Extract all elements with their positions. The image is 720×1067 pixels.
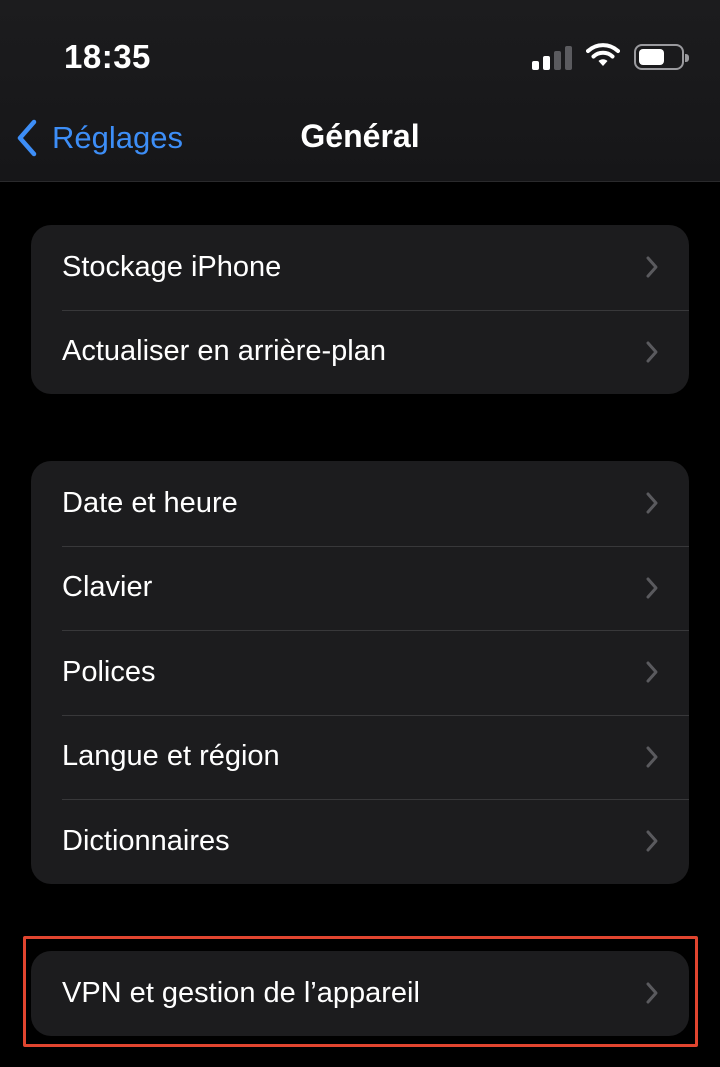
wifi-icon xyxy=(586,42,620,73)
settings-general-screen: 18:35 Réglages Général Stockage iPhone A… xyxy=(0,0,720,1067)
chevron-right-icon xyxy=(646,577,658,599)
settings-item-polices[interactable]: Polices xyxy=(31,630,689,715)
settings-item-label: Clavier xyxy=(62,571,153,604)
status-time: 18:35 xyxy=(64,38,151,75)
settings-item-label: Langue et région xyxy=(62,740,280,773)
battery-icon xyxy=(634,44,689,70)
chevron-right-icon xyxy=(646,746,658,768)
settings-item-label: Date et heure xyxy=(62,486,238,519)
cellular-signal-icon xyxy=(532,44,572,70)
highlight-box xyxy=(23,936,698,1047)
chevron-right-icon xyxy=(646,256,658,278)
settings-item-label: Actualiser en arrière-plan xyxy=(62,335,386,368)
settings-item-date-heure[interactable]: Date et heure xyxy=(31,461,689,546)
settings-item-actualiser-arriere-plan[interactable]: Actualiser en arrière-plan xyxy=(31,309,689,395)
chevron-right-icon xyxy=(646,492,658,514)
settings-group-locale: Date et heure Clavier Polices Langue et … xyxy=(31,461,689,884)
page-title: Général xyxy=(300,118,420,154)
chevron-right-icon xyxy=(646,341,658,363)
settings-item-label: Dictionnaires xyxy=(62,824,230,857)
chevron-right-icon xyxy=(646,661,658,683)
settings-item-clavier[interactable]: Clavier xyxy=(31,545,689,631)
settings-item-dictionnaires[interactable]: Dictionnaires xyxy=(31,799,689,884)
chevron-right-icon xyxy=(646,830,658,852)
status-icons xyxy=(532,42,689,73)
settings-item-langue-region[interactable]: Langue et région xyxy=(31,714,689,800)
top-bar: 18:35 Réglages Général xyxy=(0,0,720,182)
settings-item-stockage-iphone[interactable]: Stockage iPhone xyxy=(31,225,689,310)
settings-item-label: Polices xyxy=(62,655,156,688)
settings-group-storage: Stockage iPhone Actualiser en arrière-pl… xyxy=(31,225,689,394)
settings-item-label: Stockage iPhone xyxy=(62,250,282,283)
